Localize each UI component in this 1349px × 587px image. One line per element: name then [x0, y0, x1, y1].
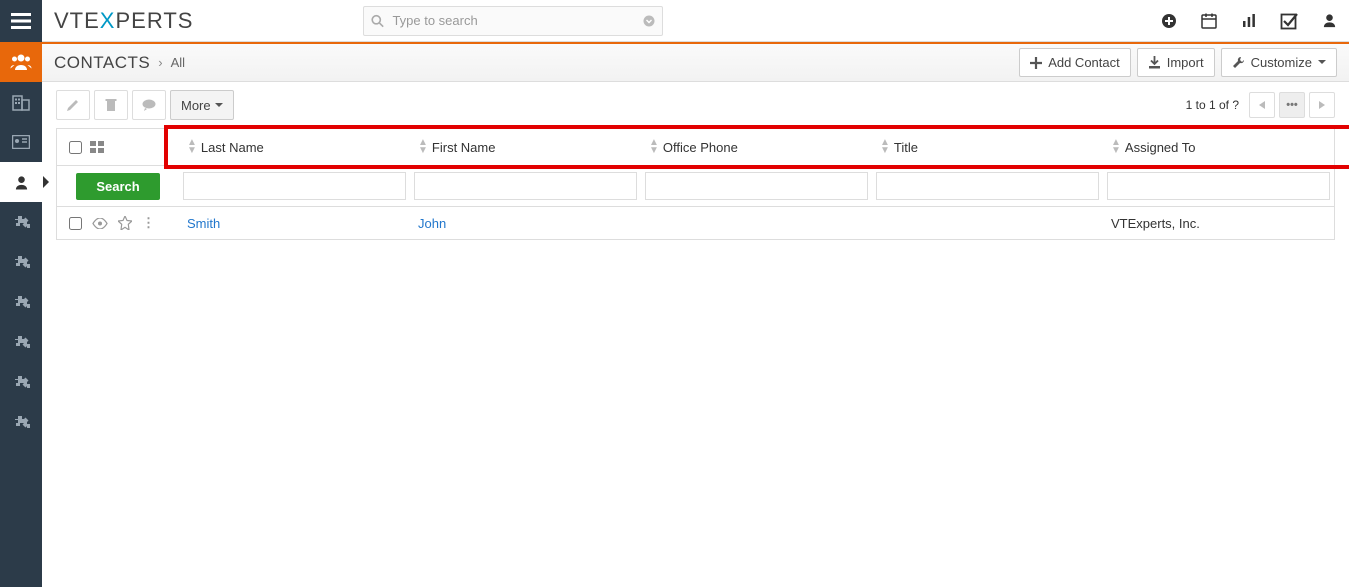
prev-page-button[interactable]	[1249, 92, 1275, 118]
sidebar-item-person[interactable]	[0, 162, 42, 202]
check-icon[interactable]	[1269, 0, 1309, 42]
sidebar-item-org[interactable]	[0, 82, 42, 122]
logo: VTEXPERTS	[54, 8, 193, 34]
column-header-phone[interactable]: ▲▼Office Phone	[641, 129, 872, 165]
more-icon[interactable]: ⋮	[142, 215, 155, 231]
sidebar-item-ext1[interactable]	[0, 202, 42, 242]
sidebar-item-contacts[interactable]	[0, 42, 42, 82]
chevron-down-icon[interactable]	[643, 15, 655, 27]
more-button[interactable]: More	[170, 90, 234, 120]
sort-icon: ▲▼	[649, 139, 659, 155]
edit-button[interactable]	[56, 90, 90, 120]
filter-phone[interactable]	[645, 172, 868, 200]
sidebar-item-ext3[interactable]	[0, 282, 42, 322]
row-checkbox[interactable]	[69, 217, 82, 230]
sort-icon: ▲▼	[880, 139, 890, 155]
page-title: CONTACTS	[54, 53, 150, 73]
sidebar-item-ext4[interactable]	[0, 322, 42, 362]
wrench-icon	[1232, 56, 1245, 69]
add-contact-button[interactable]: Add Contact	[1019, 48, 1131, 77]
filter-title[interactable]	[876, 172, 1099, 200]
caret-down-icon	[215, 103, 223, 108]
table-row[interactable]: ⋮ Smith John VTExperts, Inc.	[56, 207, 1335, 240]
column-header-lastname[interactable]: ▲▼Last Name	[179, 129, 410, 165]
hamburger-icon[interactable]	[0, 0, 42, 42]
search-icon	[371, 14, 384, 27]
next-page-button[interactable]	[1309, 92, 1335, 118]
plus-icon	[1030, 57, 1042, 69]
page-options-button[interactable]: •••	[1279, 92, 1305, 118]
search-button[interactable]: Search	[76, 173, 159, 200]
cell-assigned: VTExperts, Inc.	[1103, 216, 1334, 231]
star-icon[interactable]	[118, 216, 132, 230]
pagination-text: 1 to 1 of ?	[1186, 98, 1239, 112]
column-header-title[interactable]: ▲▼Title	[872, 129, 1103, 165]
chart-icon[interactable]	[1229, 0, 1269, 42]
view-toggle-icon[interactable]	[90, 141, 104, 153]
calendar-icon[interactable]	[1189, 0, 1229, 42]
sidebar-item-ext2[interactable]	[0, 242, 42, 282]
filter-assigned[interactable]	[1107, 172, 1330, 200]
search-input[interactable]	[363, 6, 663, 36]
download-icon	[1148, 56, 1161, 69]
breadcrumb-sep: ›	[158, 55, 162, 70]
column-header-firstname[interactable]: ▲▼First Name	[410, 129, 641, 165]
sidebar	[0, 42, 42, 587]
caret-down-icon	[1318, 60, 1326, 65]
delete-button[interactable]	[94, 90, 128, 120]
filter-lastname[interactable]	[183, 172, 406, 200]
sidebar-item-card[interactable]	[0, 122, 42, 162]
sort-icon: ▲▼	[418, 139, 428, 155]
user-icon[interactable]	[1309, 0, 1349, 42]
select-all-checkbox[interactable]	[69, 141, 82, 154]
filter-firstname[interactable]	[414, 172, 637, 200]
cell-lastname[interactable]: Smith	[179, 216, 410, 231]
sidebar-item-ext5[interactable]	[0, 362, 42, 402]
import-button[interactable]: Import	[1137, 48, 1215, 77]
sort-icon: ▲▼	[1111, 139, 1121, 155]
sidebar-item-ext6[interactable]	[0, 402, 42, 442]
comment-button[interactable]	[132, 90, 166, 120]
cell-firstname[interactable]: John	[410, 216, 641, 231]
breadcrumb-sub[interactable]: All	[171, 55, 185, 70]
column-header-assigned[interactable]: ▲▼Assigned To	[1103, 129, 1334, 165]
add-icon[interactable]	[1149, 0, 1189, 42]
customize-button[interactable]: Customize	[1221, 48, 1337, 77]
sort-icon: ▲▼	[187, 139, 197, 155]
eye-icon[interactable]	[92, 218, 108, 229]
